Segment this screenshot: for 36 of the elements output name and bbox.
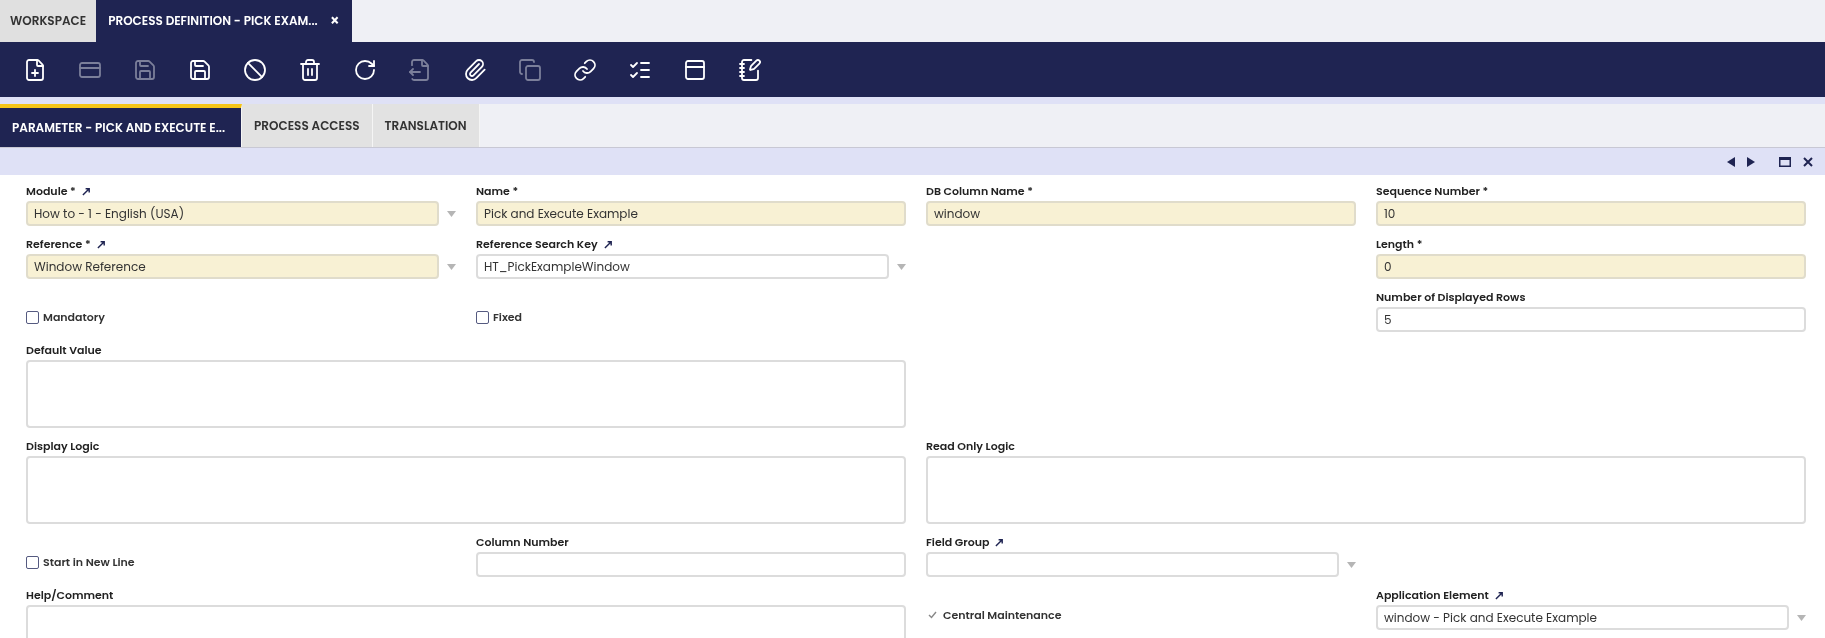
field-label: Module * (26, 182, 76, 200)
close-tab-button[interactable]: × (329, 9, 340, 33)
field-label: Name * (476, 182, 519, 200)
field-label: Number of Displayed Rows (1376, 288, 1526, 306)
dropdown-field[interactable]: window - Pick and Execute Example (1376, 605, 1789, 630)
dropdown-field[interactable]: How to - 1 - English (USA) (26, 201, 439, 226)
input-field[interactable]: window (926, 201, 1356, 226)
field-label: DB Column Name * (926, 182, 1033, 200)
input-field[interactable]: 10 (1376, 201, 1806, 226)
checkbox-label: Mandatory (43, 309, 105, 326)
field-label: Default Value (26, 341, 102, 359)
window-tab[interactable]: PROCESS DEFINITION - PICK EXAM... × (96, 0, 352, 42)
field-label: Column Number (476, 533, 569, 551)
field-label: Read Only Logic (926, 437, 1015, 455)
checkbox-label: Start in New Line (43, 554, 135, 571)
checkbox[interactable]: Mandatory (26, 309, 105, 326)
field-label: Reference Search Key (476, 235, 598, 253)
field-label: Reference * (26, 235, 91, 253)
checkbox[interactable]: Start in New Line (26, 554, 135, 571)
window-tab[interactable]: WORKSPACE (0, 0, 97, 42)
checkbox-label: Fixed (493, 309, 523, 326)
input-field[interactable]: 0 (1376, 254, 1806, 279)
field-label: Field Group (926, 533, 990, 551)
dropdown-field[interactable]: Window Reference (26, 254, 439, 279)
field-label: Display Logic (26, 437, 100, 455)
dropdown-field[interactable]: HT_PickExampleWindow (476, 254, 889, 279)
input-field[interactable]: Pick and Execute Example (476, 201, 906, 226)
field-label: Sequence Number * (1376, 182, 1489, 200)
sub-tab[interactable]: PROCESS ACCESS (242, 104, 373, 147)
field-label: Length * (1376, 235, 1423, 253)
field-label: Help/Comment (26, 586, 114, 604)
sub-tab[interactable]: TRANSLATION (372, 104, 480, 147)
input-field[interactable]: 5 (1376, 307, 1806, 332)
field-label: Application Element (1376, 586, 1489, 604)
sub-tab[interactable]: PARAMETER - PICK AND EXECUTE E... (0, 104, 243, 147)
checkbox[interactable]: Fixed (476, 309, 523, 326)
